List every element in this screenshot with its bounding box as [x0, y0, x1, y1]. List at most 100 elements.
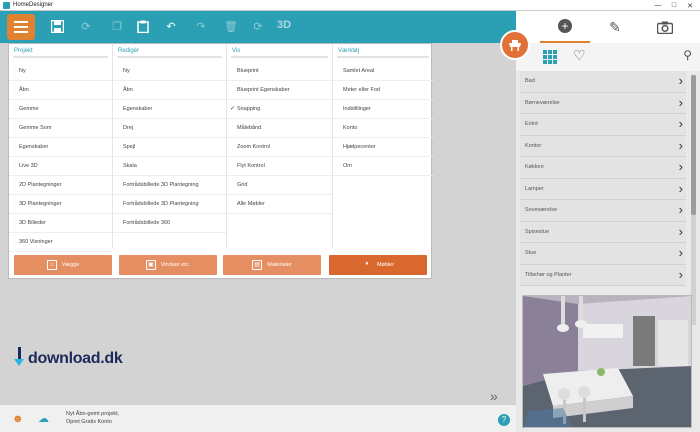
camera-icon	[657, 21, 673, 34]
category-item-bad[interactable]: Bad ›	[520, 71, 686, 93]
menu-item[interactable]: Skala	[113, 157, 226, 176]
paint-roller-icon: ▤	[252, 260, 263, 270]
menu-column-rediger: Redigér Ny Åbn Egenskaber Drej Spejl Ska…	[113, 44, 227, 248]
menu-item[interactable]: Flyt Kontrol	[227, 157, 332, 176]
furniture-icon: ♦	[365, 261, 369, 267]
menu-item[interactable]: Gemme Som	[9, 119, 112, 138]
menu-column-projekt: Projekt Ny Åbn Gemme Gemme Som Egenskabe…	[9, 44, 113, 252]
hamburger-icon	[14, 21, 28, 33]
heart-icon[interactable]: ♡	[573, 47, 586, 64]
menu-item[interactable]: Blueprint	[227, 62, 332, 81]
create-account-link[interactable]: Opret Gratis Konto	[66, 418, 119, 426]
expand-panel-icon[interactable]: »	[490, 388, 498, 404]
scrollbar-thumb[interactable]	[691, 75, 696, 215]
copy-icon[interactable]: ❐	[110, 20, 124, 34]
category-item-lamper[interactable]: Lamper ›	[520, 178, 686, 200]
menu-item[interactable]: Konto	[333, 119, 433, 138]
redo-icon[interactable]: ↷	[194, 20, 208, 34]
category-item-tilbehoer-og-planter[interactable]: Tilbehør og Planter ›	[520, 264, 686, 286]
menu-item[interactable]: Drej	[113, 119, 226, 138]
checkmark-icon: ✓	[230, 106, 236, 112]
grid-view-icon[interactable]	[543, 50, 557, 64]
category-button-walls[interactable]: ⌂ Vægge	[14, 255, 112, 275]
menu-item[interactable]: Ny	[9, 62, 112, 81]
menu-list: Ny Åbn Egenskaber Drej Spejl Skala Fortr…	[113, 62, 226, 233]
category-item-kontor[interactable]: Kontor ›	[520, 135, 686, 157]
catalog-header: ♡ ⚲	[516, 43, 700, 71]
category-item-entre[interactable]: Entré ›	[520, 114, 686, 136]
maximize-icon[interactable]: □	[666, 0, 682, 11]
help-icon[interactable]: ?	[498, 414, 510, 426]
menu-item[interactable]: Live 3D	[9, 157, 112, 176]
download-arrow-icon	[14, 347, 24, 371]
close-icon[interactable]: ✕	[682, 0, 698, 11]
category-item-koekken[interactable]: Køkken ›	[520, 157, 686, 179]
menu-item[interactable]: Åbn	[113, 81, 226, 100]
chevron-right-icon: ›	[678, 223, 683, 239]
category-item-spisestue[interactable]: Spisestue ›	[520, 221, 686, 243]
share-icon[interactable]: ⟳	[79, 20, 93, 34]
category-item-sovevaerelse[interactable]: Soveværelse ›	[520, 200, 686, 222]
menu-item[interactable]: Alle Møbler	[227, 195, 332, 214]
tab-camera[interactable]	[640, 11, 690, 43]
category-button-materials[interactable]: ▤ Materialer	[223, 255, 321, 275]
menu-item[interactable]: 3D Plantegninger	[9, 195, 112, 214]
menu-item[interactable]: Indstillinger	[333, 100, 433, 119]
tab-add[interactable]: +	[540, 11, 590, 43]
menu-header: Projekt	[14, 48, 33, 54]
user-icon[interactable]: ☻	[12, 413, 24, 425]
menu-item[interactable]: Hjælpecenter	[333, 138, 433, 157]
menu-item[interactable]: Samlet Areal	[333, 62, 433, 81]
tab-edit[interactable]: ✎	[590, 11, 640, 43]
delete-icon[interactable]: 🗑	[224, 20, 238, 34]
rotate-icon[interactable]: ⟳	[251, 20, 265, 34]
menu-button[interactable]	[7, 14, 35, 40]
menu-item[interactable]: 360 Visninger	[9, 233, 112, 252]
cloud-icon[interactable]: ☁	[38, 413, 49, 425]
category-item-boernevaerelse[interactable]: Børneværelse ›	[520, 92, 686, 114]
window-controls: — □ ✕	[650, 0, 698, 11]
menu-column-vaerktoj: Værktøj Samlet Areal Meter eller Fod Ind…	[333, 44, 433, 248]
undo-icon[interactable]: ↶	[164, 20, 178, 34]
category-item-stue[interactable]: Stue ›	[520, 243, 686, 265]
menu-list: Samlet Areal Meter eller Fod Indstilling…	[333, 62, 433, 176]
menu-header: Vis	[232, 48, 241, 54]
view-3d-button[interactable]: 3D	[277, 19, 291, 31]
menu-item[interactable]: Blueprint Egenskaber	[227, 81, 332, 100]
menu-item-snapping[interactable]: ✓ Snapping	[227, 100, 332, 119]
menu-item[interactable]: Zoom Kontrol	[227, 138, 332, 157]
search-icon[interactable]: ⚲	[683, 48, 692, 62]
menu-item[interactable]: Meter eller Fod	[333, 81, 433, 100]
menu-item[interactable]: Egenskaber	[9, 138, 112, 157]
menu-item[interactable]: Ny	[113, 62, 226, 81]
menu-item[interactable]: Fortrådsbillede 360	[113, 214, 226, 233]
menu-item[interactable]: 3D Billeder	[9, 214, 112, 233]
menu-item[interactable]: Spejl	[113, 138, 226, 157]
menu-item[interactable]: Fortrådsbillede 3D Plantegning	[113, 176, 226, 195]
furniture-category-badge[interactable]	[500, 30, 530, 60]
chevron-right-icon: ›	[678, 202, 683, 217]
menu-item[interactable]: Åbn	[9, 81, 112, 100]
menu-item[interactable]: Fortrådsbillede 3D Plantegning	[113, 195, 226, 214]
chevron-right-icon: ›	[678, 94, 683, 110]
category-label: Vægge	[61, 262, 80, 268]
menu-item[interactable]: 2D Plantegninger	[9, 176, 112, 195]
menu-item[interactable]: Målebånd	[227, 119, 332, 138]
save-icon[interactable]	[50, 19, 64, 34]
room-3d-preview[interactable]	[522, 295, 692, 428]
chevron-right-icon: ›	[678, 116, 683, 131]
wall-icon: ⌂	[46, 260, 57, 270]
pencil-icon: ✎	[609, 18, 621, 35]
menu-item[interactable]: Egenskaber	[113, 100, 226, 119]
menu-list: Ny Åbn Gemme Gemme Som Egenskaber Live 3…	[9, 62, 112, 252]
menu-item[interactable]: Om	[333, 157, 433, 176]
minimize-icon[interactable]: —	[650, 0, 666, 11]
catalog-scrollbar[interactable]	[691, 75, 696, 325]
category-button-furniture[interactable]: ♦ Møbler	[329, 255, 427, 275]
category-button-windows[interactable]: ▣ Vinduer etc.	[119, 255, 217, 275]
menu-item[interactable]: Grid	[227, 176, 332, 195]
main-menu-panel: Projekt Ny Åbn Gemme Gemme Som Egenskabe…	[8, 43, 433, 279]
category-label: Materialer	[267, 262, 292, 268]
paste-icon[interactable]	[136, 20, 150, 34]
menu-item[interactable]: Gemme	[9, 100, 112, 119]
